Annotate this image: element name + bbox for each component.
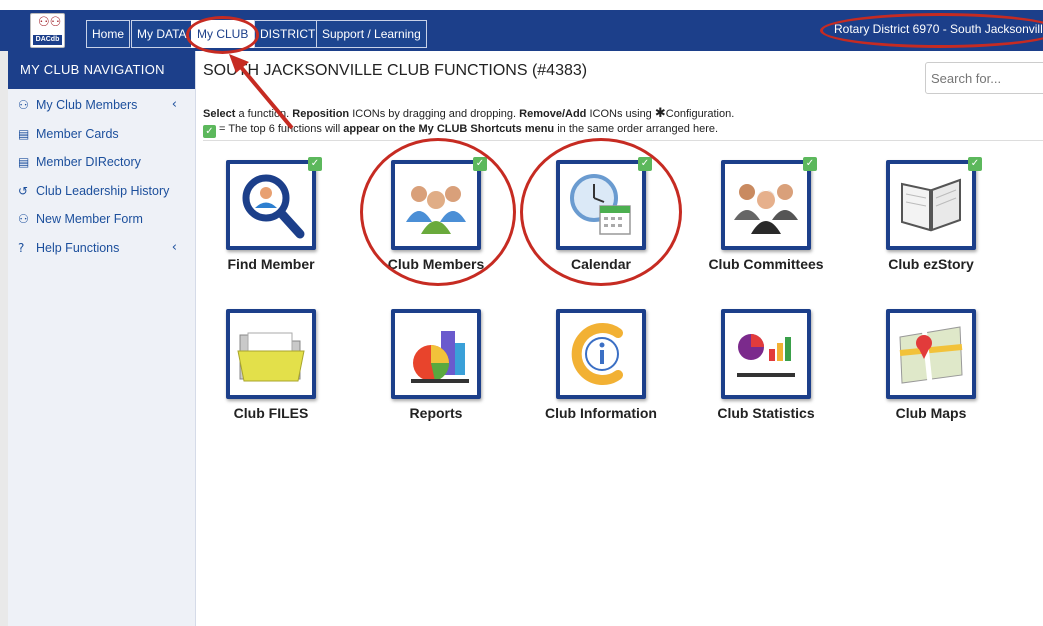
search-input[interactable]: [925, 62, 1043, 94]
checkmark-icon: ✓: [308, 157, 322, 171]
logo-people-icon: ⚇⚇: [38, 15, 62, 30]
page-title: SOUTH JACKSONVILLE CLUB FUNCTIONS (#4383…: [203, 62, 588, 79]
instr-reposition: Reposition: [292, 108, 350, 120]
sidebar-item-my-club-members[interactable]: ⚇ My Club Members ‹: [8, 91, 195, 120]
clock-calendar-icon: [556, 160, 646, 250]
function-label: Club ezStory: [888, 256, 974, 272]
function-find-member[interactable]: ✓ Find Member: [196, 157, 346, 290]
logo-text: DACdb: [33, 35, 62, 45]
function-club-files[interactable]: Club FILES: [196, 309, 346, 439]
dacdb-logo[interactable]: ⚇⚇ DACdb: [30, 13, 65, 48]
function-label: Club FILES: [233, 405, 309, 421]
function-club-information[interactable]: Club Information: [526, 309, 676, 439]
function-club-members[interactable]: ✓ Club Members: [361, 157, 511, 290]
instr-text: = The top 6 functions will: [216, 123, 344, 135]
instr-text: a function.: [235, 108, 293, 120]
reports-chart-icon: [391, 309, 481, 399]
function-label: Find Member: [227, 256, 315, 272]
tab-my-club[interactable]: My CLUB: [191, 20, 255, 48]
window-edge: [0, 10, 8, 626]
folder-icon: [226, 309, 316, 399]
instr-removeadd: Remove/Add: [519, 108, 587, 120]
sidebar-item-help-functions[interactable]: ? Help Functions ‹: [8, 234, 195, 263]
add-user-icon: ⚇: [18, 212, 29, 226]
id-card-icon: ▤: [18, 155, 30, 169]
function-club-maps[interactable]: Club Maps: [856, 309, 1006, 439]
tab-my-data[interactable]: My DATA: [131, 20, 193, 48]
sidebar-heading: MY CLUB NAVIGATION: [8, 51, 195, 89]
checkmark-icon: ✓: [638, 157, 652, 171]
map-pin-icon: [886, 309, 976, 399]
statistics-icon: [721, 309, 811, 399]
function-label: Club Members: [387, 256, 485, 272]
function-reports[interactable]: Reports: [361, 309, 511, 439]
sidebar-item-label: New Member Form: [36, 212, 143, 226]
instr-text: ICONs using: [586, 108, 655, 120]
instr-select: Select: [203, 108, 236, 120]
sidebar-item-club-leadership-history[interactable]: ↺ Club Leadership History: [8, 177, 195, 206]
divider: [203, 140, 1043, 141]
tab-support-learning[interactable]: Support / Learning: [316, 20, 427, 48]
help-icon: ?: [18, 240, 25, 255]
function-label: Club Statistics: [717, 405, 815, 421]
instructions-line-1: Select a function. Reposition ICONs by d…: [203, 106, 734, 121]
gear-icon[interactable]: ✱: [655, 106, 666, 121]
sidebar-item-label: My Club Members: [36, 98, 138, 112]
committee-people-icon: [721, 160, 811, 250]
function-label: Club Committees: [708, 256, 824, 272]
district-label[interactable]: Rotary District 6970 - South Jacksonvill…: [834, 22, 1043, 36]
sidebar-item-new-member-form[interactable]: ⚇ New Member Form: [8, 205, 195, 234]
function-label: Reports: [409, 405, 463, 421]
magnifier-person-icon: [226, 160, 316, 250]
sidebar-item-member-cards[interactable]: ▤ Member Cards: [8, 120, 195, 149]
function-club-statistics[interactable]: Club Statistics: [691, 309, 841, 439]
tab-district[interactable]: DISTRICT: [254, 20, 322, 48]
sidebar-item-label: Club Leadership History: [36, 183, 170, 198]
checkmark-icon: ✓: [473, 157, 487, 171]
chevron-left-icon[interactable]: ‹: [172, 234, 177, 263]
function-club-committees[interactable]: ✓ Club Committees: [691, 157, 841, 290]
function-club-ezstory[interactable]: ✓ Club ezStory: [856, 157, 1006, 290]
id-card-icon: ▤: [18, 126, 30, 141]
instr-text: ICONs by dragging and dropping.: [349, 108, 520, 120]
function-label: Club Information: [545, 405, 657, 421]
sidebar: MY CLUB NAVIGATION ⚇ My Club Members ‹ ▤ M…: [8, 51, 196, 626]
people-icon: ⚇: [18, 98, 29, 112]
instr-shortcuts: appear on the My CLUB Shortcuts menu: [343, 123, 555, 135]
chevron-left-icon[interactable]: ‹: [172, 91, 177, 120]
sidebar-item-label: Help Functions: [36, 240, 120, 255]
function-calendar[interactable]: ✓ Calendar: [526, 157, 676, 290]
sidebar-item-member-directory[interactable]: ▤ Member DIRectory: [8, 148, 195, 177]
group-people-icon: [391, 160, 481, 250]
info-icon: [556, 309, 646, 399]
checkmark-icon: ✓: [968, 157, 982, 171]
sidebar-item-label: Member DIRectory: [36, 155, 141, 169]
instr-configuration-link[interactable]: Configuration.: [666, 108, 735, 120]
open-book-icon: [886, 160, 976, 250]
tab-home[interactable]: Home: [86, 20, 131, 48]
function-label: Calendar: [571, 256, 631, 272]
instructions-line-2: ✓ = The top 6 functions will appear on t…: [203, 123, 718, 138]
sidebar-item-label: Member Cards: [36, 126, 119, 141]
history-icon: ↺: [18, 183, 29, 198]
checkmark-icon: ✓: [803, 157, 817, 171]
function-label: Club Maps: [895, 405, 967, 421]
checkmark-icon: ✓: [203, 125, 216, 138]
instr-text: in the same order arranged here.: [554, 123, 719, 135]
